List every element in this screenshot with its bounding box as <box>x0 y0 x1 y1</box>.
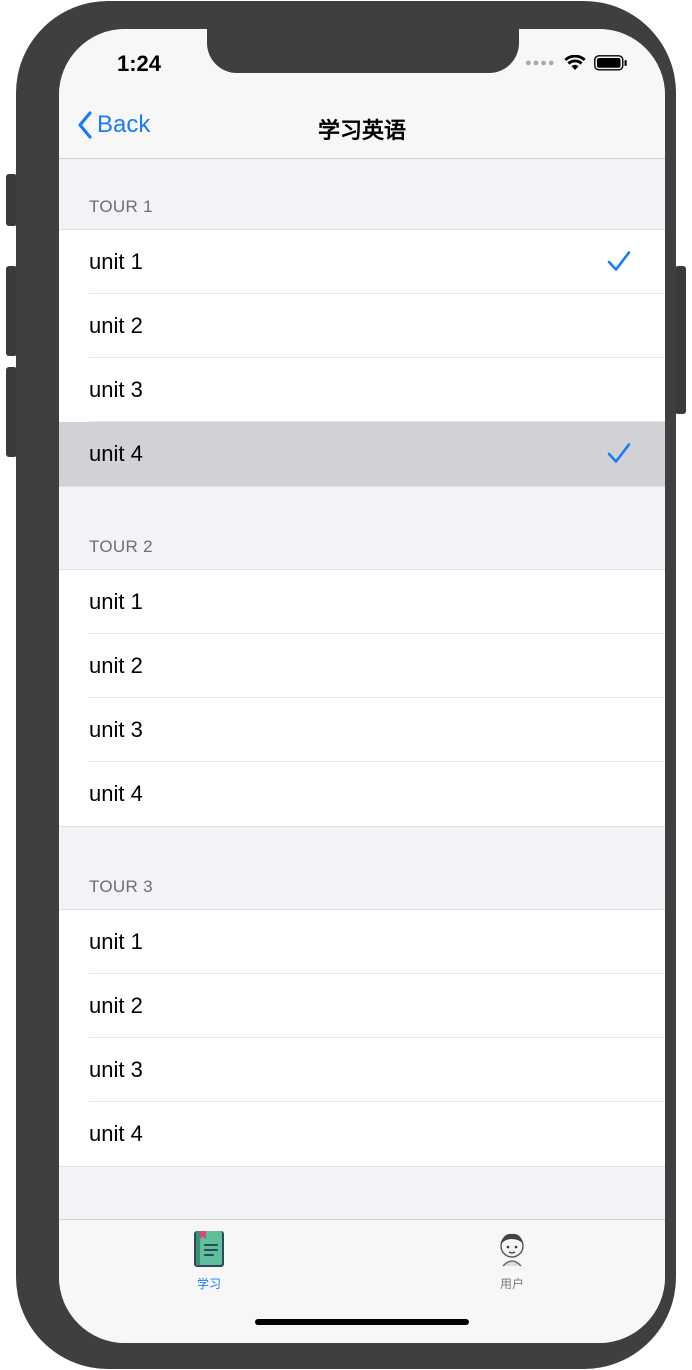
unit-row[interactable]: unit 4 <box>59 1102 665 1166</box>
unit-label: unit 2 <box>89 993 143 1018</box>
checkmark-icon <box>607 443 631 463</box>
unit-row[interactable]: unit 1 <box>59 910 665 974</box>
section-tour-3: unit 1 unit 2 unit 3 unit 4 <box>59 909 665 1167</box>
unit-label: unit 1 <box>89 249 143 274</box>
section-tour-2: unit 1 unit 2 unit 3 unit 4 <box>59 569 665 827</box>
tab-learn[interactable]: 学习 <box>159 1230 259 1292</box>
unit-row[interactable]: unit 3 <box>59 698 665 762</box>
battery-icon <box>593 55 627 71</box>
home-indicator[interactable] <box>255 1319 469 1325</box>
power-button <box>675 266 686 414</box>
unit-label: unit 4 <box>89 781 143 806</box>
unit-label: unit 3 <box>89 377 143 402</box>
signal-dots-icon: ●●●● <box>525 57 556 69</box>
unit-row[interactable]: unit 3 <box>59 1038 665 1102</box>
unit-row[interactable]: unit 4 <box>59 762 665 826</box>
navigation-bar: Back 学习英语 <box>59 91 665 159</box>
unit-label: unit 1 <box>89 589 143 614</box>
screen: 1:24 ●●●● Back 学习英语 TOUR 1 unit 1 unit 2… <box>59 29 665 1343</box>
notch <box>207 29 519 73</box>
phone-frame: 1:24 ●●●● Back 学习英语 TOUR 1 unit 1 unit 2… <box>16 1 676 1369</box>
page-title: 学习英语 <box>317 118 406 143</box>
section-header-tour-4: TOUR 4 <box>59 1205 665 1219</box>
unit-row[interactable]: unit 2 <box>59 974 665 1038</box>
unit-row[interactable]: unit 2 <box>59 634 665 698</box>
unit-row[interactable]: unit 2 <box>59 294 665 358</box>
checkmark-icon <box>607 251 631 271</box>
unit-label: unit 3 <box>89 717 143 742</box>
unit-label: unit 4 <box>89 441 143 466</box>
unit-label: unit 1 <box>89 929 143 954</box>
section-header-tour-1: TOUR 1 <box>89 197 153 216</box>
unit-row[interactable]: unit 1 <box>59 570 665 634</box>
section-header-tour-2: TOUR 2 <box>89 537 153 556</box>
unit-label: unit 2 <box>89 653 143 678</box>
tab-learn-label: 学习 <box>196 1277 221 1291</box>
book-icon <box>194 1231 224 1267</box>
section-header-tour-3: TOUR 3 <box>89 877 153 896</box>
unit-label: unit 3 <box>89 1057 143 1082</box>
unit-row[interactable]: unit 3 <box>59 358 665 422</box>
unit-table[interactable]: TOUR 1 unit 1 unit 2 unit 3 unit 4 TOUR … <box>59 159 665 1219</box>
status-time: 1:24 <box>117 51 162 76</box>
unit-label: unit 4 <box>89 1121 143 1146</box>
tab-user[interactable]: 用户 <box>462 1230 562 1292</box>
section-tour-1: unit 1 unit 2 unit 3 unit 4 <box>59 229 665 487</box>
unit-label: unit 2 <box>89 313 143 338</box>
unit-row[interactable]: unit 1 <box>59 230 665 294</box>
unit-row-selected[interactable]: unit 4 <box>59 422 665 486</box>
user-avatar-icon <box>500 1233 524 1267</box>
tab-user-label: 用户 <box>499 1277 524 1291</box>
wifi-icon <box>563 55 586 70</box>
